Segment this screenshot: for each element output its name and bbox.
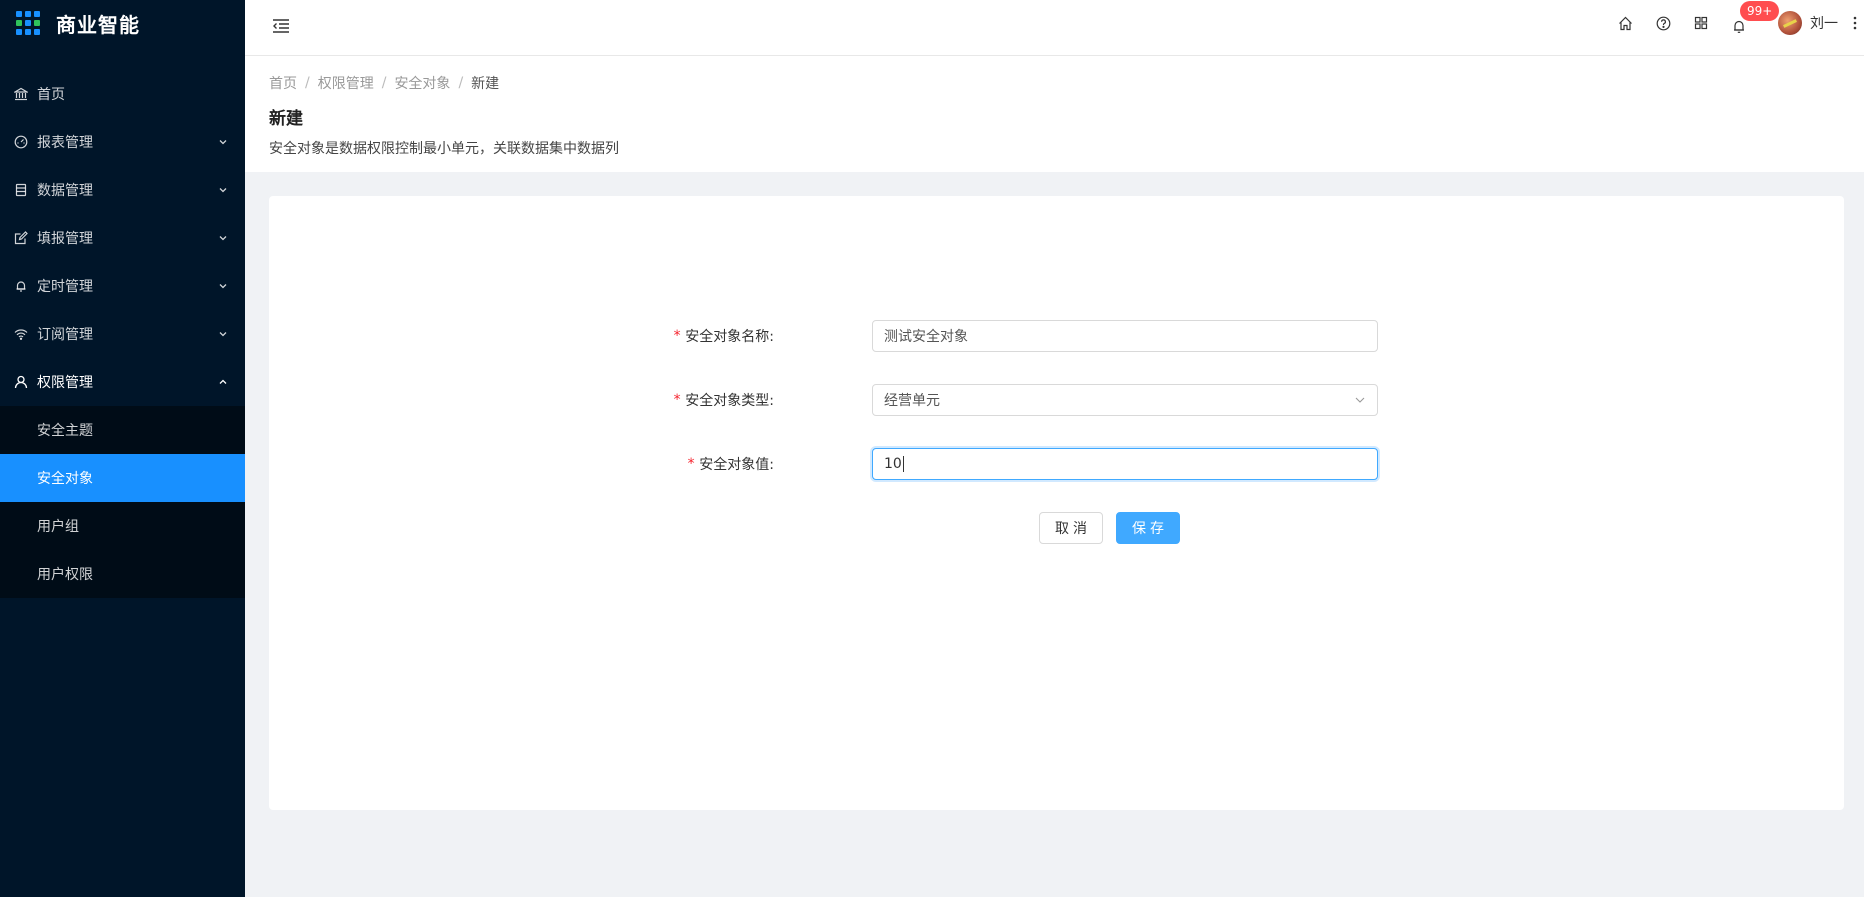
form-row-name: * 安全对象名称: 测试安全对象: [269, 320, 1844, 352]
required-mark: *: [672, 328, 682, 344]
user-icon: [13, 374, 29, 390]
sidebar-subitem-user-permission[interactable]: 用户权限: [0, 550, 245, 598]
notification-bell[interactable]: 99+: [1720, 0, 1780, 46]
bank-icon: [13, 86, 29, 102]
bell-icon: [13, 278, 29, 294]
dashboard-icon: [13, 134, 29, 150]
security-object-name-input[interactable]: 测试安全对象: [872, 320, 1378, 352]
sidebar-item-label: 定时管理: [37, 279, 93, 295]
page-header: 首页 / 权限管理 / 安全对象 / 新建 新建 安全对象是数据权限控制最小单元…: [245, 56, 1864, 172]
page-description: 安全对象是数据权限控制最小单元，关联数据集中数据列: [269, 141, 619, 157]
bell-icon: [1732, 19, 1746, 34]
sidebar-item-home[interactable]: 首页: [0, 70, 245, 118]
breadcrumb-separator: /: [458, 75, 464, 91]
cancel-button[interactable]: 取消: [1039, 512, 1103, 544]
breadcrumb-home[interactable]: 首页: [269, 73, 297, 93]
logo[interactable]: 商业智能: [0, 0, 245, 46]
sidebar: 商业智能 首页 报表管理 数据管理 填报管理 定时管理 订阅管理 权限管理 安全…: [0, 0, 245, 897]
sidebar-item-subscription[interactable]: 订阅管理: [0, 310, 245, 358]
breadcrumb-separator: /: [381, 75, 387, 91]
sidebar-subitem-security-theme[interactable]: 安全主题: [0, 406, 245, 454]
required-mark: *: [672, 392, 682, 408]
sidebar-item-data[interactable]: 数据管理: [0, 166, 245, 214]
chevron-down-icon: [217, 136, 229, 148]
sidebar-item-permissions[interactable]: 权限管理: [0, 358, 245, 406]
top-header: 99+ 刘一: [245, 0, 1864, 56]
sidebar-item-label: 报表管理: [37, 135, 93, 151]
breadcrumb-security-object[interactable]: 安全对象: [394, 73, 450, 93]
apps-logo-icon: [16, 11, 40, 35]
appstore-icon[interactable]: [1682, 0, 1720, 46]
breadcrumb-permissions[interactable]: 权限管理: [318, 73, 374, 93]
chevron-down-icon: [217, 280, 229, 292]
permissions-submenu: 安全主题 安全对象 用户组 用户权限: [0, 406, 245, 598]
name-label-text: 安全对象名称:: [685, 329, 774, 345]
username: 刘一: [1810, 16, 1838, 32]
menu-fold-icon[interactable]: [269, 14, 293, 38]
name-label: * 安全对象名称:: [673, 320, 774, 352]
breadcrumb: 首页 / 权限管理 / 安全对象 / 新建: [269, 72, 1840, 94]
form-card: * 安全对象名称: 测试安全对象 * 安全对象类型: 经营单元 * 安全对象值:…: [269, 196, 1844, 810]
page-title: 新建: [269, 109, 303, 129]
value-input-value: 10: [884, 456, 902, 472]
sidebar-subitem-security-object[interactable]: 安全对象: [0, 454, 245, 502]
required-mark: *: [686, 456, 696, 472]
app-title: 商业智能: [56, 12, 140, 37]
type-select-value: 经营单元: [884, 393, 940, 409]
sidebar-item-reports[interactable]: 报表管理: [0, 118, 245, 166]
chevron-down-icon: [217, 184, 229, 196]
home-icon[interactable]: [1606, 0, 1644, 46]
breadcrumb-separator: /: [305, 75, 310, 91]
type-label-text: 安全对象类型:: [685, 393, 774, 409]
security-object-type-select[interactable]: 经营单元: [872, 384, 1378, 416]
breadcrumb-current: 新建: [471, 76, 500, 92]
sidebar-item-fill[interactable]: 填报管理: [0, 214, 245, 262]
sidebar-subitem-user-group[interactable]: 用户组: [0, 502, 245, 550]
form-row-value: * 安全对象值: 10: [269, 448, 1844, 480]
chevron-down-icon: [217, 232, 229, 244]
chevron-down-icon: [1354, 394, 1366, 406]
text-caret: [902, 456, 904, 472]
header-actions: 99+ 刘一: [1606, 0, 1864, 46]
sidebar-item-label: 填报管理: [37, 231, 93, 247]
value-label: * 安全对象值:: [687, 448, 774, 480]
sidebar-item-label: 权限管理: [37, 375, 93, 391]
avatar: [1778, 11, 1802, 35]
sidebar-menu: 首页 报表管理 数据管理 填报管理 定时管理 订阅管理 权限管理 安全主题 安全…: [0, 70, 245, 598]
wifi-icon: [13, 326, 29, 342]
save-button[interactable]: 保存: [1116, 512, 1180, 544]
chevron-down-icon: [217, 328, 229, 340]
sidebar-item-schedule[interactable]: 定时管理: [0, 262, 245, 310]
more-vertical-icon[interactable]: [1846, 0, 1864, 46]
edit-icon: [13, 230, 29, 246]
database-icon: [13, 182, 29, 198]
form-row-type: * 安全对象类型: 经营单元: [269, 384, 1844, 416]
help-icon[interactable]: [1644, 0, 1682, 46]
notification-badge: 99+: [1740, 1, 1780, 21]
chevron-up-icon: [217, 376, 229, 388]
name-input-value: 测试安全对象: [884, 329, 968, 345]
security-object-value-input[interactable]: 10: [872, 448, 1378, 480]
value-label-text: 安全对象值:: [699, 457, 774, 473]
sidebar-item-label: 数据管理: [37, 183, 93, 199]
sidebar-item-label: 首页: [37, 87, 65, 103]
form-actions: 取消 保存: [269, 512, 1844, 544]
sidebar-item-label: 订阅管理: [37, 327, 93, 343]
type-label: * 安全对象类型:: [673, 384, 774, 416]
